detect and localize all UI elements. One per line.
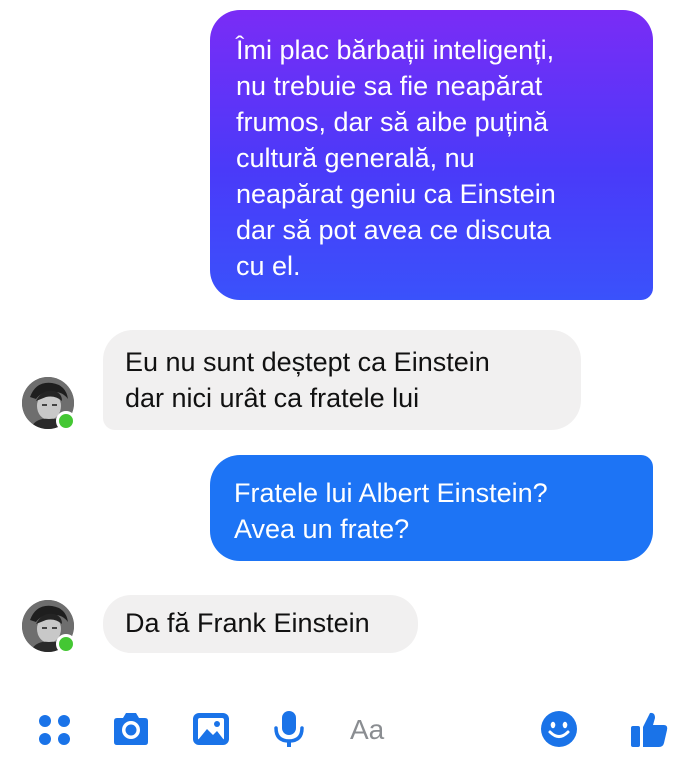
gallery-icon[interactable] [190, 708, 232, 750]
thumbs-up-icon[interactable] [628, 708, 670, 750]
incoming-message-bubble[interactable]: Eu nu sunt deștept ca Einstein dar nici … [103, 330, 581, 430]
emoji-icon[interactable] [538, 708, 580, 750]
online-status-dot [56, 634, 76, 654]
microphone-icon[interactable] [268, 708, 310, 750]
outgoing-message-bubble[interactable]: Îmi plac bărbații inteligenți, nu trebui… [210, 10, 653, 300]
contact-avatar[interactable] [22, 377, 76, 431]
message-input[interactable]: Aa [350, 714, 384, 746]
incoming-message-bubble[interactable]: Da fă Frank Einstein [103, 595, 418, 653]
outgoing-message-bubble[interactable]: Fratele lui Albert Einstein? Avea un fra… [210, 455, 653, 561]
message-composer-bar: Aa [0, 700, 700, 760]
contact-avatar[interactable] [22, 600, 76, 654]
apps-grid-icon[interactable] [34, 708, 76, 750]
online-status-dot [56, 411, 76, 431]
camera-icon[interactable] [110, 708, 152, 750]
